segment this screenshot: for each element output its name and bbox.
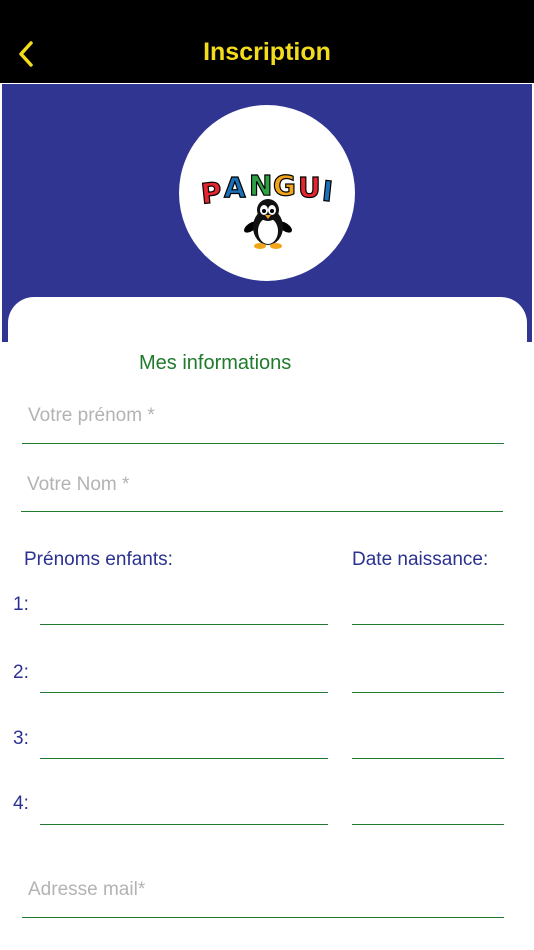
child-name-input-4[interactable]	[40, 795, 328, 824]
child-birthdate-field-2[interactable]	[352, 663, 504, 693]
child-birthdate-field-4[interactable]	[352, 795, 504, 825]
child-index-3: 3:	[13, 728, 29, 749]
pangui-logo-image: P A N G U I	[199, 168, 335, 249]
child-index-2: 2:	[13, 662, 29, 683]
child-index-4: 4:	[13, 793, 29, 814]
penguin-icon	[244, 199, 292, 249]
page-title: Inscription	[203, 38, 331, 66]
email-input[interactable]	[22, 862, 504, 917]
child-birthdate-field-3[interactable]	[352, 729, 504, 759]
child-name-input-1[interactable]	[40, 595, 328, 624]
child-birthdate-input-3[interactable]	[352, 729, 504, 758]
email-field[interactable]	[22, 862, 504, 918]
child-name-field-4[interactable]	[40, 795, 328, 825]
nom-field[interactable]	[21, 458, 503, 512]
child-birthdate-input-4[interactable]	[352, 795, 504, 824]
child-name-input-3[interactable]	[40, 729, 328, 758]
child-birthdate-input-2[interactable]	[352, 663, 504, 692]
svg-text:A: A	[224, 171, 246, 204]
navigation-bar: Inscription	[0, 0, 534, 83]
svg-text:P: P	[199, 176, 223, 211]
child-name-field-1[interactable]	[40, 595, 328, 625]
child-name-input-2[interactable]	[40, 663, 328, 692]
section-title: Mes informations	[139, 352, 292, 374]
svg-text:G: G	[273, 169, 296, 202]
svg-text:U: U	[298, 171, 321, 204]
svg-text:I: I	[320, 175, 334, 209]
logo: P A N G U I	[179, 105, 355, 281]
child-index-1: 1:	[13, 594, 29, 615]
prenom-input[interactable]	[22, 388, 504, 443]
nom-input[interactable]	[21, 458, 503, 511]
child-birthdate-input-1[interactable]	[352, 595, 504, 624]
child-name-field-2[interactable]	[40, 663, 328, 693]
children-names-header: Prénoms enfants:	[24, 549, 173, 570]
child-birthdate-field-1[interactable]	[352, 595, 504, 625]
child-name-field-3[interactable]	[40, 729, 328, 759]
svg-text:N: N	[249, 169, 272, 202]
birthdate-header: Date naissance:	[352, 549, 489, 570]
prenom-field[interactable]	[22, 388, 504, 444]
